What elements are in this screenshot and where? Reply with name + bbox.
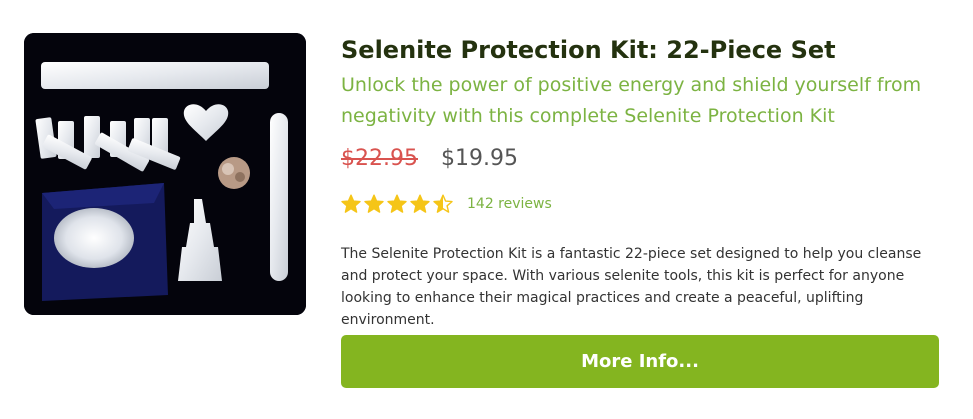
product-title: Selenite Protection Kit: 22-Piece Set: [341, 36, 836, 64]
star-half-icon: [433, 194, 453, 213]
product-image: [24, 33, 306, 315]
price-row: $22.95 $19.95: [341, 146, 518, 171]
star-full-icon: [410, 194, 430, 213]
product-subtitle: Unlock the power of positive energy and …: [341, 74, 922, 127]
review-count[interactable]: 142 reviews: [467, 196, 552, 212]
product-description: The Selenite Protection Kit is a fantast…: [341, 246, 922, 328]
sale-price: $19.95: [440, 146, 518, 171]
star-full-icon: [341, 194, 361, 213]
star-full-icon: [387, 194, 407, 213]
original-price: $22.95: [341, 146, 418, 171]
star-rating: [341, 194, 453, 214]
rating: 142 reviews: [341, 194, 552, 214]
more-info-button[interactable]: More Info...: [341, 335, 939, 388]
star-full-icon: [364, 194, 384, 213]
